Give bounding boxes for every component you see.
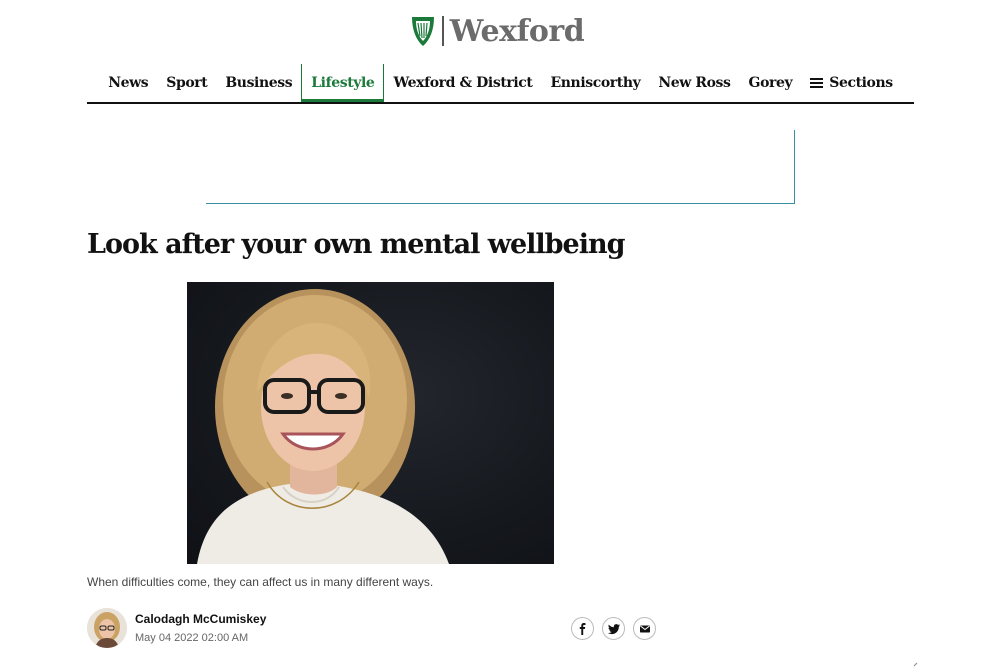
site-logo[interactable]: Wexford [0, 12, 994, 50]
nav-item-business[interactable]: Business [216, 64, 301, 102]
publish-date: May 04 2022 02:00 AM [135, 632, 249, 644]
sections-menu-button[interactable]: Sections [801, 64, 902, 102]
nav-item-sport[interactable]: Sport [157, 64, 216, 102]
byline: Calodagh McCumiskey May 04 2022 02:00 AM [87, 608, 266, 648]
logo-divider [441, 16, 444, 46]
nav-item-news[interactable]: News [99, 64, 157, 102]
article-headline: Look after your own mental wellbeing [87, 229, 625, 260]
corner-mark-icon [913, 662, 918, 667]
avatar-image [87, 608, 127, 648]
logo-text: Wexford [449, 13, 585, 49]
harp-icon [411, 17, 434, 46]
ad-slot [206, 130, 795, 204]
nav-item-lifestyle[interactable]: Lifestyle [301, 64, 385, 102]
nav-item-enniscorthy[interactable]: Enniscorthy [541, 64, 649, 102]
facebook-icon [579, 622, 585, 635]
main-nav: News Sport Business Lifestyle Wexford & … [87, 64, 914, 104]
byline-text: Calodagh McCumiskey May 04 2022 02:00 AM [135, 612, 266, 644]
twitter-icon [607, 623, 620, 634]
share-bar [571, 617, 656, 640]
nav-item-gorey[interactable]: Gorey [740, 64, 802, 102]
article-photo [187, 282, 554, 564]
share-twitter-button[interactable] [602, 617, 625, 640]
share-email-button[interactable] [633, 617, 656, 640]
author-avatar[interactable] [87, 608, 127, 648]
share-facebook-button[interactable] [571, 617, 594, 640]
author-name[interactable]: Calodagh McCumiskey [135, 612, 266, 626]
portrait-image [197, 289, 449, 564]
email-icon [639, 625, 650, 632]
sections-label: Sections [829, 75, 893, 91]
photo-caption: When difficulties come, they can affect … [87, 575, 434, 589]
nav-item-wexford-district[interactable]: Wexford & District [384, 64, 541, 102]
hamburger-icon [810, 78, 824, 88]
nav-item-new-ross[interactable]: New Ross [649, 64, 739, 102]
